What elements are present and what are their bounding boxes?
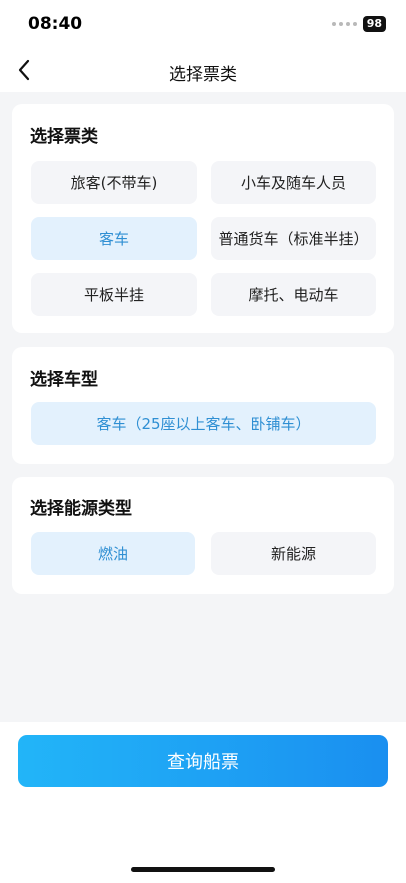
ticket-option-car-with-passengers[interactable]: 小车及随车人员 <box>211 161 376 204</box>
ticket-option-motorcycle[interactable]: 摩托、电动车 <box>211 273 376 316</box>
battery-icon: 98 <box>362 16 386 32</box>
energy-type-card: 选择能源类型 燃油 新能源 <box>12 477 394 594</box>
footer: 查询船票 <box>0 722 406 847</box>
vehicle-option-bus[interactable]: 客车（25座以上客车、卧铺车） <box>31 402 376 445</box>
vehicle-type-card: 选择车型 客车（25座以上客车、卧铺车） <box>12 347 394 464</box>
home-indicator-area <box>0 847 406 883</box>
status-time: 08:40 <box>28 14 83 34</box>
ticket-option-bus[interactable]: 客车 <box>31 217 197 260</box>
ticket-option-passenger[interactable]: 旅客(不带车) <box>31 161 197 204</box>
ticket-option-truck[interactable]: 普通货车（标准半挂） <box>211 217 376 260</box>
energy-option-fuel[interactable]: 燃油 <box>31 532 195 575</box>
ticket-type-title: 选择票类 <box>30 127 98 147</box>
query-tickets-button[interactable]: 查询船票 <box>18 735 388 787</box>
energy-option-new-energy[interactable]: 新能源 <box>211 532 376 575</box>
ticket-option-flatbed[interactable]: 平板半挂 <box>31 273 197 316</box>
vehicle-type-title: 选择车型 <box>30 370 98 390</box>
ticket-type-card: 选择票类 旅客(不带车) 小车及随车人员 客车 普通货车（标准半挂） 平板半挂 … <box>12 104 394 333</box>
status-bar: 08:40 98 <box>0 0 406 48</box>
nav-bar: 选择票类 <box>0 48 406 92</box>
page-title: 选择票类 <box>169 65 237 85</box>
signal-icon <box>331 22 357 26</box>
status-indicators: 98 <box>331 16 386 32</box>
energy-type-title: 选择能源类型 <box>30 499 132 519</box>
home-indicator[interactable] <box>131 867 275 872</box>
